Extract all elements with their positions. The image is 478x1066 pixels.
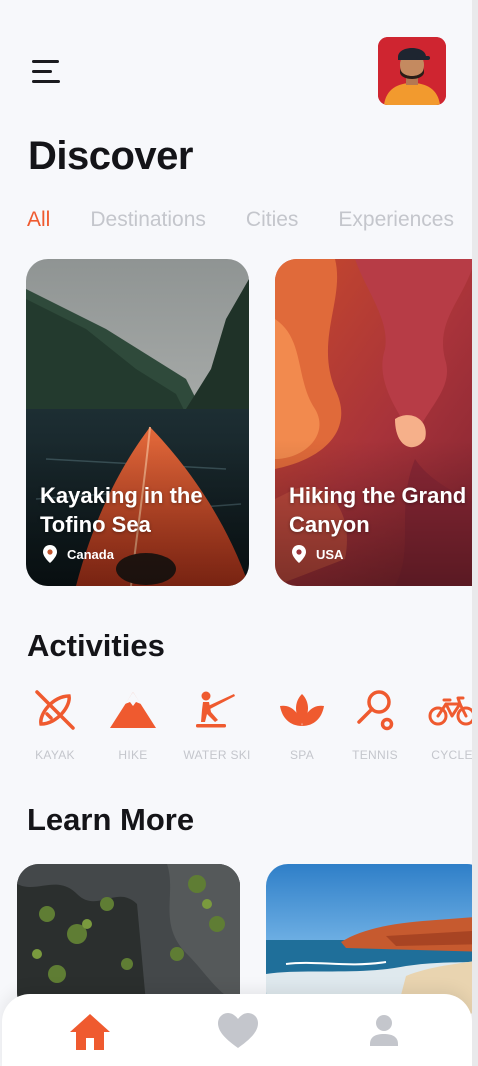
water-ski-icon bbox=[196, 691, 235, 728]
activities-list: KAYAK HIKE WATER SKI SPA TENNIS CYCLE bbox=[0, 688, 472, 768]
tab-destinations[interactable]: Destinations bbox=[90, 208, 206, 232]
activity-kayak[interactable]: KAYAK bbox=[15, 688, 95, 762]
learn-more-card[interactable] bbox=[266, 864, 472, 1014]
tab-experiences[interactable]: Experiences bbox=[338, 208, 454, 232]
nav-favorites[interactable] bbox=[214, 1008, 262, 1056]
menu-icon[interactable] bbox=[32, 58, 64, 86]
activity-label: WATER SKI bbox=[183, 748, 251, 762]
card-location: USA bbox=[292, 545, 343, 563]
activity-tennis[interactable]: TENNIS bbox=[335, 688, 415, 762]
mountain-icon bbox=[110, 692, 156, 728]
featured-card-grand-canyon[interactable]: Hiking the Grand Canyon USA bbox=[275, 259, 472, 586]
location-pin-icon bbox=[292, 545, 306, 563]
profile-icon bbox=[370, 1015, 398, 1046]
activity-label: SPA bbox=[289, 748, 315, 762]
kayak-icon bbox=[35, 690, 75, 730]
category-tabs: All Destinations Cities Experiences bbox=[27, 208, 454, 232]
lotus-icon bbox=[280, 694, 324, 726]
activities-title: Activities bbox=[27, 628, 165, 663]
card-title: Hiking the Grand Canyon bbox=[289, 483, 467, 537]
bicycle-icon bbox=[428, 696, 472, 726]
activity-hike[interactable]: HIKE bbox=[93, 688, 173, 762]
location-pin-icon bbox=[43, 545, 57, 563]
tab-cities[interactable]: Cities bbox=[246, 208, 299, 232]
avatar-photo bbox=[378, 37, 446, 105]
discover-screen: Discover All Destinations Cities Experie… bbox=[0, 0, 472, 1066]
activity-water-ski[interactable]: WATER SKI bbox=[177, 688, 257, 762]
featured-card-kayaking[interactable]: Kayaking in the Tofino Sea Canada bbox=[26, 259, 249, 586]
card-location: Canada bbox=[43, 545, 114, 563]
tennis-racket-icon bbox=[357, 690, 394, 731]
activity-label: CYCLE bbox=[431, 748, 472, 762]
tab-all[interactable]: All bbox=[27, 208, 50, 232]
activity-cycle[interactable]: CYCLE bbox=[412, 688, 472, 762]
page-title: Discover bbox=[28, 134, 193, 178]
activity-label: HIKE bbox=[118, 748, 148, 762]
nav-profile[interactable] bbox=[360, 1008, 408, 1056]
card-location-label: Canada bbox=[67, 546, 114, 562]
learn-more-title: Learn More bbox=[27, 802, 195, 837]
avatar[interactable] bbox=[378, 37, 446, 105]
card-location-label: USA bbox=[316, 546, 344, 562]
activity-label: KAYAK bbox=[35, 748, 75, 762]
beach-photo bbox=[266, 864, 472, 1014]
nav-home[interactable] bbox=[66, 1008, 114, 1056]
activity-spa[interactable]: SPA bbox=[262, 688, 342, 762]
learn-more-card[interactable] bbox=[17, 864, 240, 1014]
card-title: Kayaking in the Tofino Sea bbox=[40, 483, 203, 537]
bottom-nav bbox=[2, 994, 472, 1066]
heart-icon bbox=[218, 1013, 258, 1048]
cliff-photo bbox=[17, 864, 240, 1014]
activity-label: TENNIS bbox=[352, 748, 398, 762]
home-icon bbox=[70, 1014, 110, 1050]
